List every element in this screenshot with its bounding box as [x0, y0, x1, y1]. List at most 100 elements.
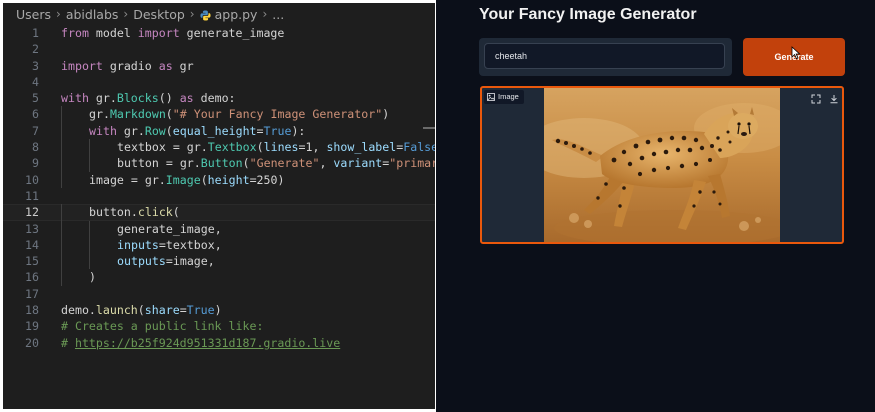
code-token: Button [200, 156, 243, 171]
code-line[interactable]: 9 button = gr.Button("Generate", variant=… [3, 155, 435, 172]
code-line[interactable]: 13 generate_image, [3, 220, 435, 237]
line-number: 7 [32, 123, 39, 138]
code-token: ( [172, 205, 180, 220]
code-token: height [207, 172, 250, 187]
code-token: ) [382, 107, 390, 122]
code-line[interactable]: 6 gr.Markdown("# Your Fancy Image Generat… [3, 106, 435, 123]
code-token: model [88, 26, 138, 40]
code-line[interactable]: 4 [3, 74, 435, 90]
code-token: import [137, 26, 180, 40]
code-text: # https://b25f924d951331d187.gradio.live [61, 335, 340, 351]
minimap-slider[interactable] [423, 127, 435, 129]
image-label: Image [484, 90, 524, 104]
indent-guide [61, 204, 62, 221]
chevron-right-icon: › [262, 7, 268, 21]
code-token: ( [256, 140, 264, 155]
line-number: 2 [32, 42, 39, 57]
code-token: launch [95, 303, 138, 318]
code-token: # [61, 335, 75, 350]
code-token: from [61, 26, 89, 40]
fullscreen-icon[interactable] [810, 90, 822, 104]
code-editor[interactable]: Users › abidlabs › Desktop › app.py › ..… [3, 3, 435, 409]
code-token: ) [214, 303, 222, 318]
breadcrumb-abidlabs[interactable]: abidlabs [66, 7, 119, 22]
code-token: =1, [298, 140, 327, 155]
code-token: ( [200, 172, 208, 187]
code-token: button. [89, 205, 138, 220]
code-line[interactable]: 5 with gr.Blocks() as demo: [3, 90, 435, 106]
code-line[interactable]: 18 demo.launch(share=True) [3, 302, 435, 318]
code-token: click [137, 205, 173, 220]
line-number: 5 [32, 91, 39, 106]
code-token: True [263, 123, 292, 138]
code-token: "Generate" [249, 156, 320, 171]
code-token: "# Your Fancy Image Generator" [172, 107, 383, 122]
code-token: = [179, 303, 187, 318]
code-token: gr [172, 58, 194, 73]
image-output[interactable]: Image [480, 86, 844, 244]
line-number: 18 [25, 303, 39, 318]
line-number: 11 [25, 188, 39, 203]
code-line[interactable]: 3 import gradio as gr [3, 58, 435, 74]
code-token: # Creates a public link like: [61, 319, 264, 334]
line-number: 9 [32, 156, 39, 171]
code-line[interactable]: 11 [3, 188, 435, 204]
code-token: Row [144, 123, 166, 138]
code-token: textbox = gr. [117, 140, 208, 155]
indent-guide [61, 155, 62, 172]
code-token: True [186, 303, 215, 318]
code-text: import gradio as gr [61, 58, 194, 74]
code-line[interactable]: 12 button.click( [3, 204, 435, 221]
code-token: =image, [165, 254, 215, 269]
code-token: outputs [117, 254, 166, 269]
code-token: Textbox [207, 140, 257, 155]
code-token: gr. [89, 107, 110, 122]
line-number: 4 [32, 74, 39, 89]
code-token: ): [291, 123, 306, 138]
indent-guide [61, 122, 62, 140]
code-line[interactable]: 19 # Creates a public link like: [3, 318, 435, 334]
code-token: ( [165, 107, 173, 122]
code-line[interactable]: 20 # https://b25f924d951331d187.gradio.li… [3, 335, 435, 351]
page-title: Your Fancy Image Generator [479, 6, 697, 23]
code-token: with [61, 91, 89, 106]
download-icon[interactable] [828, 90, 840, 104]
indent-guide [61, 139, 62, 156]
breadcrumb-more[interactable]: ... [272, 7, 284, 22]
code-token: =250) [249, 172, 285, 187]
code-token: with [89, 123, 117, 138]
code-token: equal_height [172, 123, 257, 138]
code-token: ( [165, 123, 173, 138]
code-line[interactable]: 15 outputs=image, [3, 253, 435, 270]
code-token: ) [89, 270, 96, 285]
code-line[interactable]: 1 from model import generate_image [3, 25, 435, 41]
code-link[interactable]: https://b25f924d951331d187.gradio.live [75, 336, 340, 350]
chevron-right-icon: › [189, 7, 195, 21]
code-line[interactable]: 14 inputs=textbox, [3, 236, 435, 254]
code-text: from model import generate_image [61, 25, 284, 41]
breadcrumb-file[interactable]: app.py [215, 7, 258, 22]
breadcrumb-users[interactable]: Users [16, 7, 51, 22]
chevron-right-icon: › [56, 7, 61, 21]
code-line[interactable]: 17 [3, 286, 435, 302]
code-text: button = gr.Button("Generate", variant="… [117, 155, 435, 171]
code-line[interactable]: 16) [3, 269, 435, 286]
indent-guide [89, 236, 90, 254]
code-text: # Creates a public link like: [61, 318, 263, 334]
code-token: import [61, 58, 103, 73]
code-line[interactable]: 2 [3, 41, 435, 57]
code-token: inputs [117, 237, 159, 252]
code-line[interactable]: 8 textbox = gr.Textbox(lines=1, show_labe… [3, 139, 435, 156]
breadcrumb: Users › abidlabs › Desktop › app.py › ..… [3, 3, 435, 25]
line-number: 15 [25, 254, 39, 269]
gradio-app: Your Fancy Image Generator cheetah Gener… [436, 0, 875, 412]
code-text: image = gr.Image(height=250) [89, 172, 284, 188]
breadcrumb-desktop[interactable]: Desktop [133, 7, 185, 22]
code-area[interactable]: 1 from model import generate_image 2 3 impor… [3, 25, 435, 351]
prompt-textbox[interactable]: cheetah [484, 43, 725, 69]
line-number: 1 [32, 26, 39, 40]
cheetah-image [544, 88, 780, 242]
code-line[interactable]: 7 with gr.Row(equal_height=True): [3, 122, 435, 140]
line-number: 17 [25, 286, 39, 301]
code-line[interactable]: 10 image = gr.Image(height=250) [3, 171, 435, 188]
